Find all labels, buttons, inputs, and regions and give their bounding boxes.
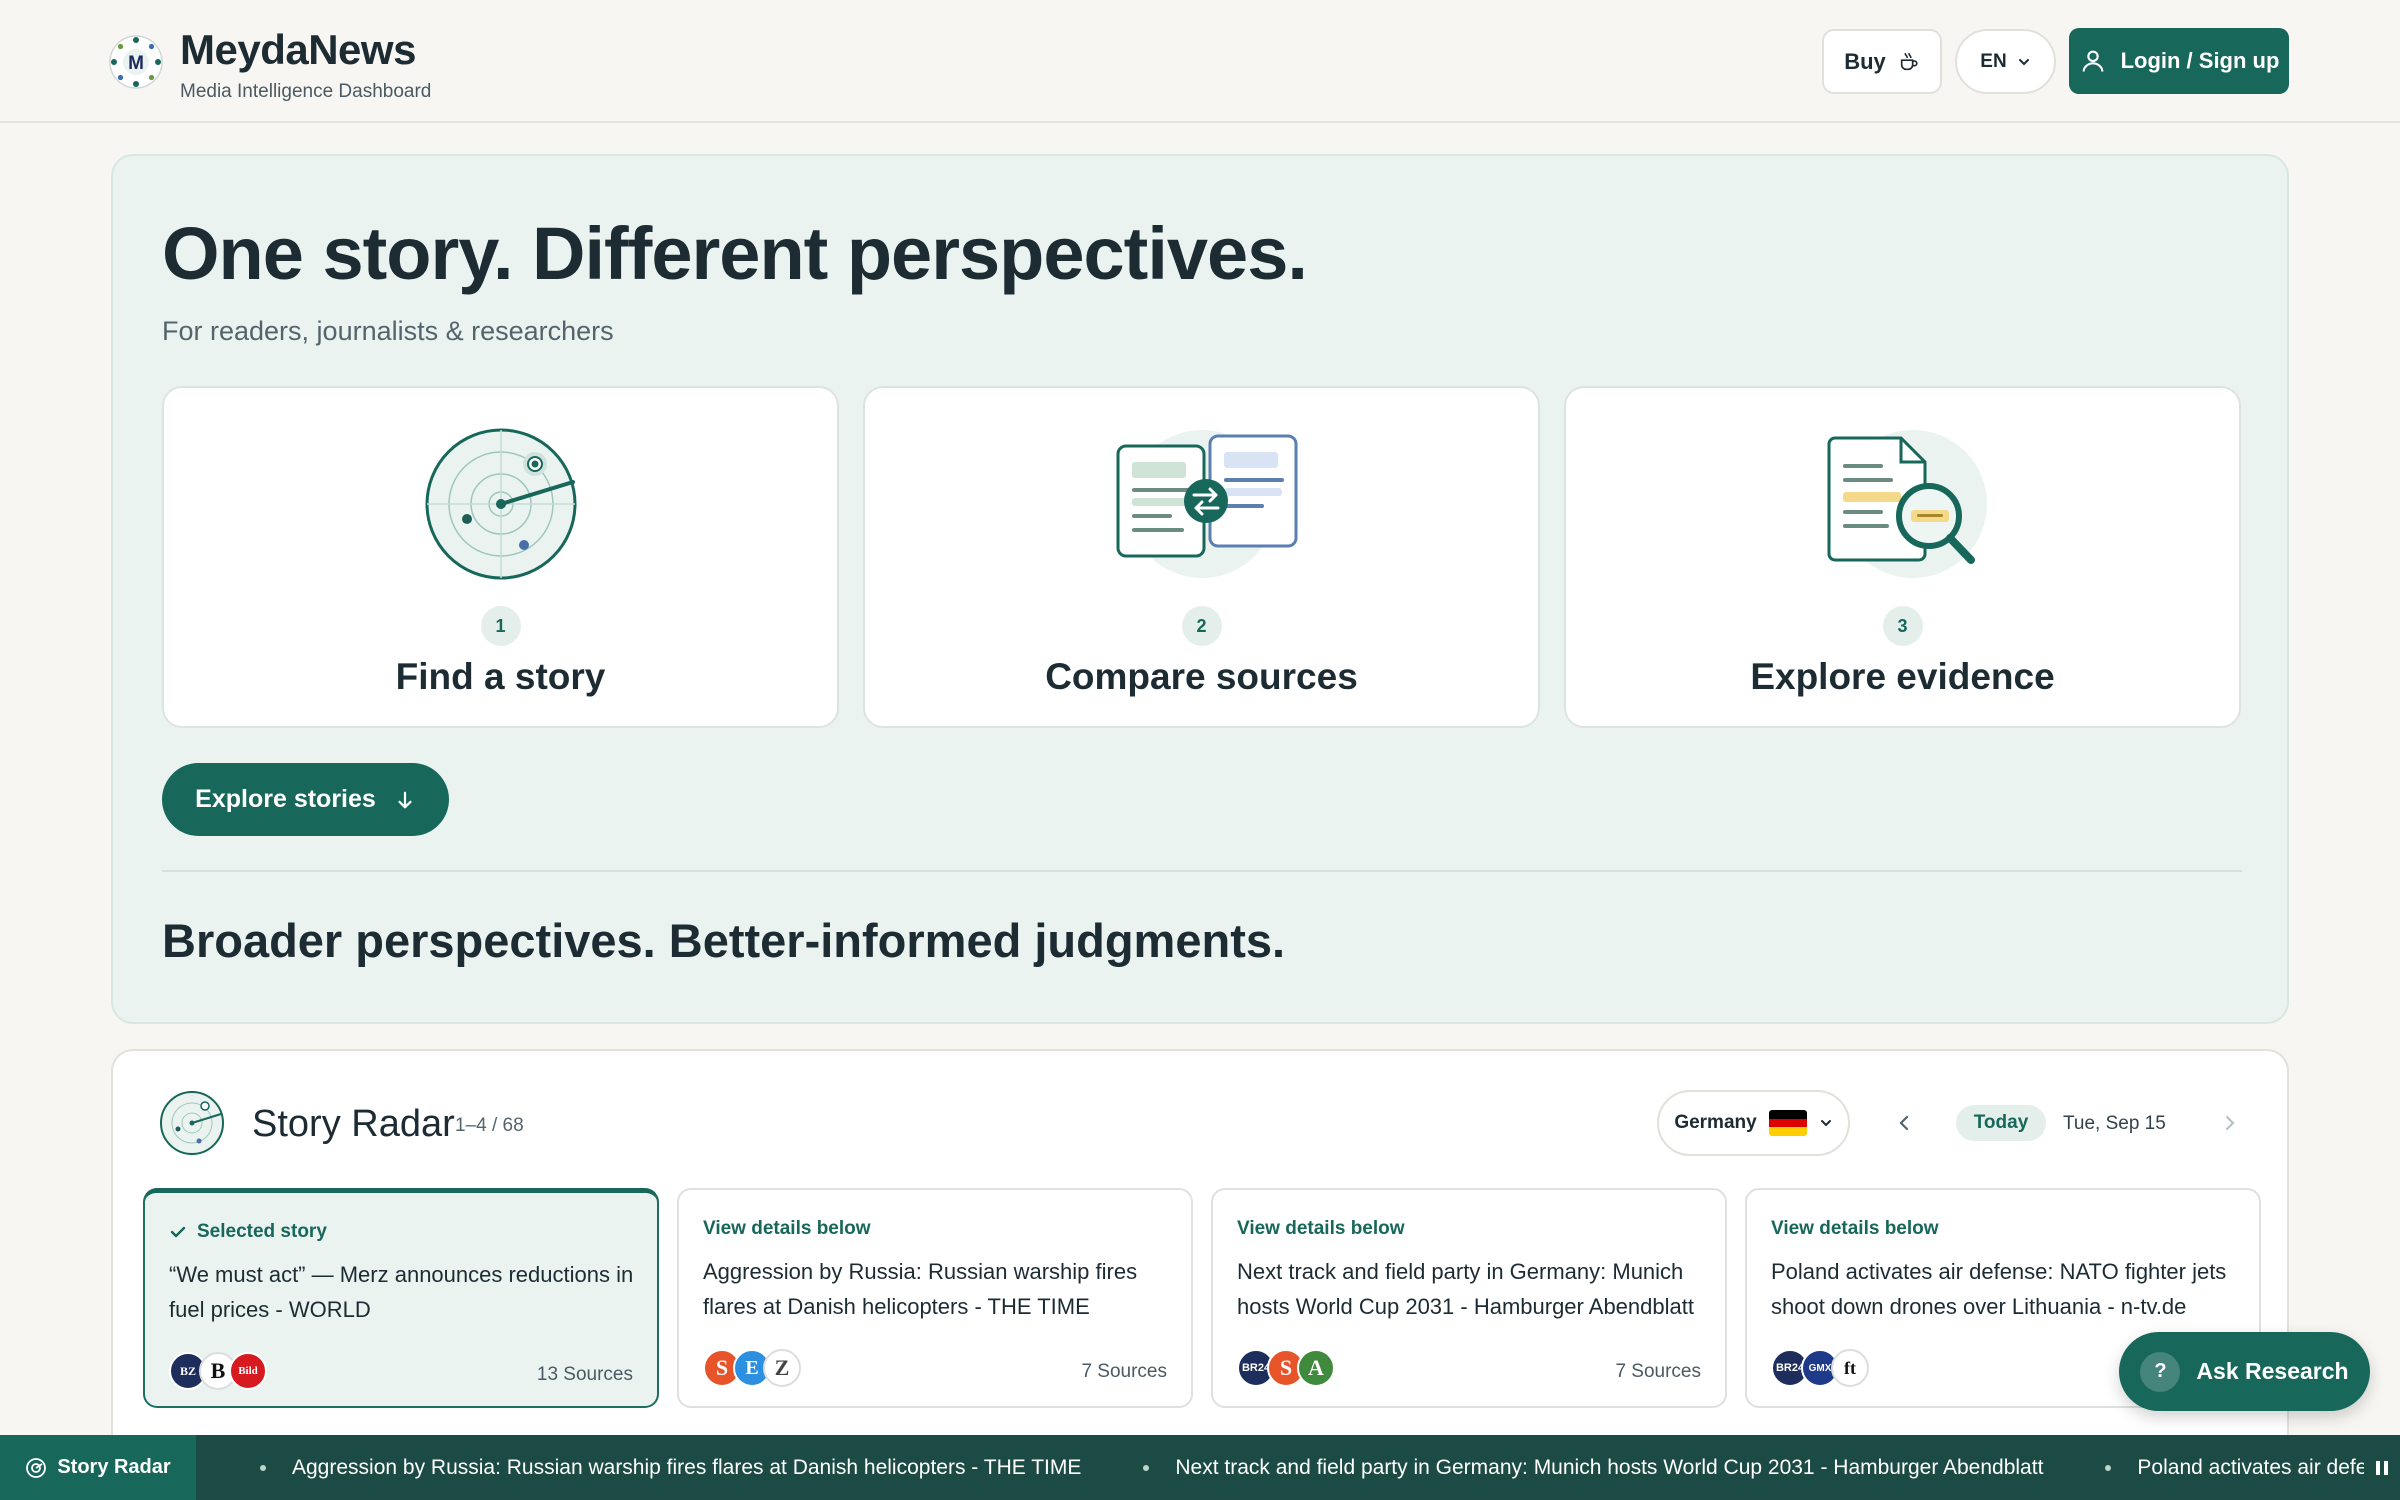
story-source-count: 7 Sources [1615, 1361, 1701, 1382]
next-day-button[interactable] [2211, 1105, 2247, 1141]
language-select[interactable]: EN [1955, 29, 2056, 94]
country-label: Germany [1674, 1112, 1757, 1133]
story-title: Poland activates air defense: NATO fight… [1771, 1259, 2227, 1319]
story-tag-label: Selected story [197, 1221, 327, 1242]
ticker-item[interactable]: Next track and field party in Germany: M… [1143, 1456, 2043, 1480]
source-logos: BZ B Bild [169, 1352, 267, 1390]
ticker-dot [260, 1464, 266, 1471]
radar-icon [425, 428, 576, 580]
step-card-find-story[interactable]: 1 Find a story [162, 386, 839, 728]
coffee-cup-icon [1900, 52, 1918, 70]
step-number: 1 [480, 606, 521, 646]
story-radar-title: Story Radar [252, 1103, 455, 1145]
ticker-item[interactable]: Aggression by Russia: Russian warship fi… [260, 1456, 1081, 1480]
compare-documents-icon [1116, 430, 1297, 578]
step-title: Find a story [395, 656, 606, 697]
story-radar-section: Story Radar 1–4 / 68 Germany Today Tue, … [111, 1049, 2289, 1500]
story-source-count: 7 Sources [1081, 1361, 1167, 1382]
story-tag: View details below [1771, 1218, 1939, 1239]
brand-subtitle: Media Intelligence Dashboard [180, 81, 432, 102]
germany-flag-icon [1768, 1110, 1807, 1136]
hero-title: One story. Different perspectives. [162, 212, 1308, 295]
story-tag: View details below [703, 1218, 871, 1239]
language-label: EN [1980, 50, 2007, 72]
buy-label: Buy [1844, 48, 1886, 74]
check-icon [170, 1226, 186, 1238]
user-icon [2082, 50, 2103, 72]
ticker-item[interactable]: Poland activates air defense: NATO fight… [2105, 1456, 2364, 1480]
story-card[interactable]: View details below Aggression by Russia:… [677, 1188, 1193, 1408]
hero-divider [162, 870, 2242, 872]
ticker-pause-button[interactable] [2364, 1435, 2400, 1500]
chevron-down-icon [1820, 1120, 1831, 1127]
source-logo: Z [763, 1349, 801, 1387]
chevron-down-icon [2018, 58, 2029, 65]
ticker-dot [2105, 1464, 2112, 1471]
meydanews-logo-icon[interactable]: M [108, 34, 164, 90]
arrow-down-icon [398, 791, 412, 808]
story-source-count: 13 Sources [536, 1364, 633, 1385]
ticker-item-text: Aggression by Russia: Russian warship fi… [292, 1455, 1082, 1479]
ask-research-button[interactable]: ? Ask Research [2119, 1332, 2370, 1411]
question-icon: ? [2140, 1351, 2181, 1392]
story-radar-icon [160, 1091, 224, 1155]
radar-small-icon [26, 1457, 47, 1478]
previous-day-button[interactable] [1887, 1105, 1923, 1141]
hero-section: One story. Different perspectives. For r… [111, 154, 2289, 1024]
ticker-dot [1143, 1464, 1150, 1471]
explore-stories-button[interactable]: Explore stories [162, 763, 449, 836]
chevron-left-icon [1899, 1115, 1909, 1131]
brand-name: MeydaNews [180, 26, 416, 73]
country-select[interactable]: Germany [1657, 1090, 1850, 1156]
login-signup-button[interactable]: Login / Sign up [2069, 28, 2289, 94]
step-card-explore-evidence[interactable]: 3 Explore evidence [1564, 386, 2241, 728]
hero-tagline: Broader perspectives. Better-informed ju… [162, 914, 1286, 967]
story-title: “We must act” — Merz announces reduction… [169, 1262, 634, 1322]
step-card-compare-sources[interactable]: 2 Compare sources [863, 386, 1540, 728]
hero-subtitle: For readers, journalists & researchers [162, 316, 614, 346]
story-title: Aggression by Russia: Russian warship fi… [703, 1259, 1138, 1319]
svg-text:M: M [128, 53, 144, 74]
step-title: Explore evidence [1750, 656, 2055, 697]
step-title: Compare sources [1045, 656, 1358, 697]
story-tag: View details below [1237, 1218, 1405, 1239]
ticker-item-text: Poland activates air defense: NATO fight… [2137, 1455, 2364, 1479]
story-tag: Selected story [169, 1221, 327, 1243]
source-logos: BR24 GMX ft [1771, 1349, 1869, 1387]
top-header: M MeydaNews Media Intelligence Dashboard… [0, 0, 2400, 123]
ticker-label-text: Story Radar [57, 1456, 171, 1478]
explore-stories-label: Explore stories [195, 785, 376, 813]
today-button[interactable]: Today [1956, 1105, 2046, 1141]
login-label: Login / Sign up [2120, 48, 2280, 73]
story-card[interactable]: View details below Next track and field … [1211, 1188, 1727, 1408]
source-logo: Bild [229, 1352, 267, 1390]
step-number: 2 [1181, 606, 1222, 646]
ticker-label[interactable]: Story Radar [0, 1435, 196, 1500]
source-logo: A [1297, 1349, 1335, 1387]
pause-icon [2376, 1460, 2388, 1475]
current-date: Tue, Sep 15 [2063, 1113, 2166, 1134]
ticker-track: Aggression by Russia: Russian warship fi… [196, 1435, 2364, 1500]
step-number: 3 [1882, 606, 1923, 646]
chevron-right-icon [2225, 1115, 2235, 1131]
magnifier-document-icon [1827, 430, 1987, 578]
ticker-item-text: Next track and field party in Germany: M… [1175, 1455, 2044, 1479]
story-card[interactable]: Selected story “We must act” — Merz anno… [143, 1188, 659, 1408]
buy-button[interactable]: Buy [1822, 29, 1942, 94]
source-logo: ft [1831, 1349, 1869, 1387]
ask-research-label: Ask Research [2196, 1358, 2349, 1384]
story-radar-count: 1–4 / 68 [455, 1115, 524, 1136]
source-logos: S E Z [703, 1349, 801, 1387]
source-logos: BR24 S A [1237, 1349, 1335, 1387]
story-title: Next track and field party in Germany: M… [1237, 1259, 1694, 1319]
news-ticker: Story Radar Aggression by Russia: Russia… [0, 1435, 2400, 1500]
